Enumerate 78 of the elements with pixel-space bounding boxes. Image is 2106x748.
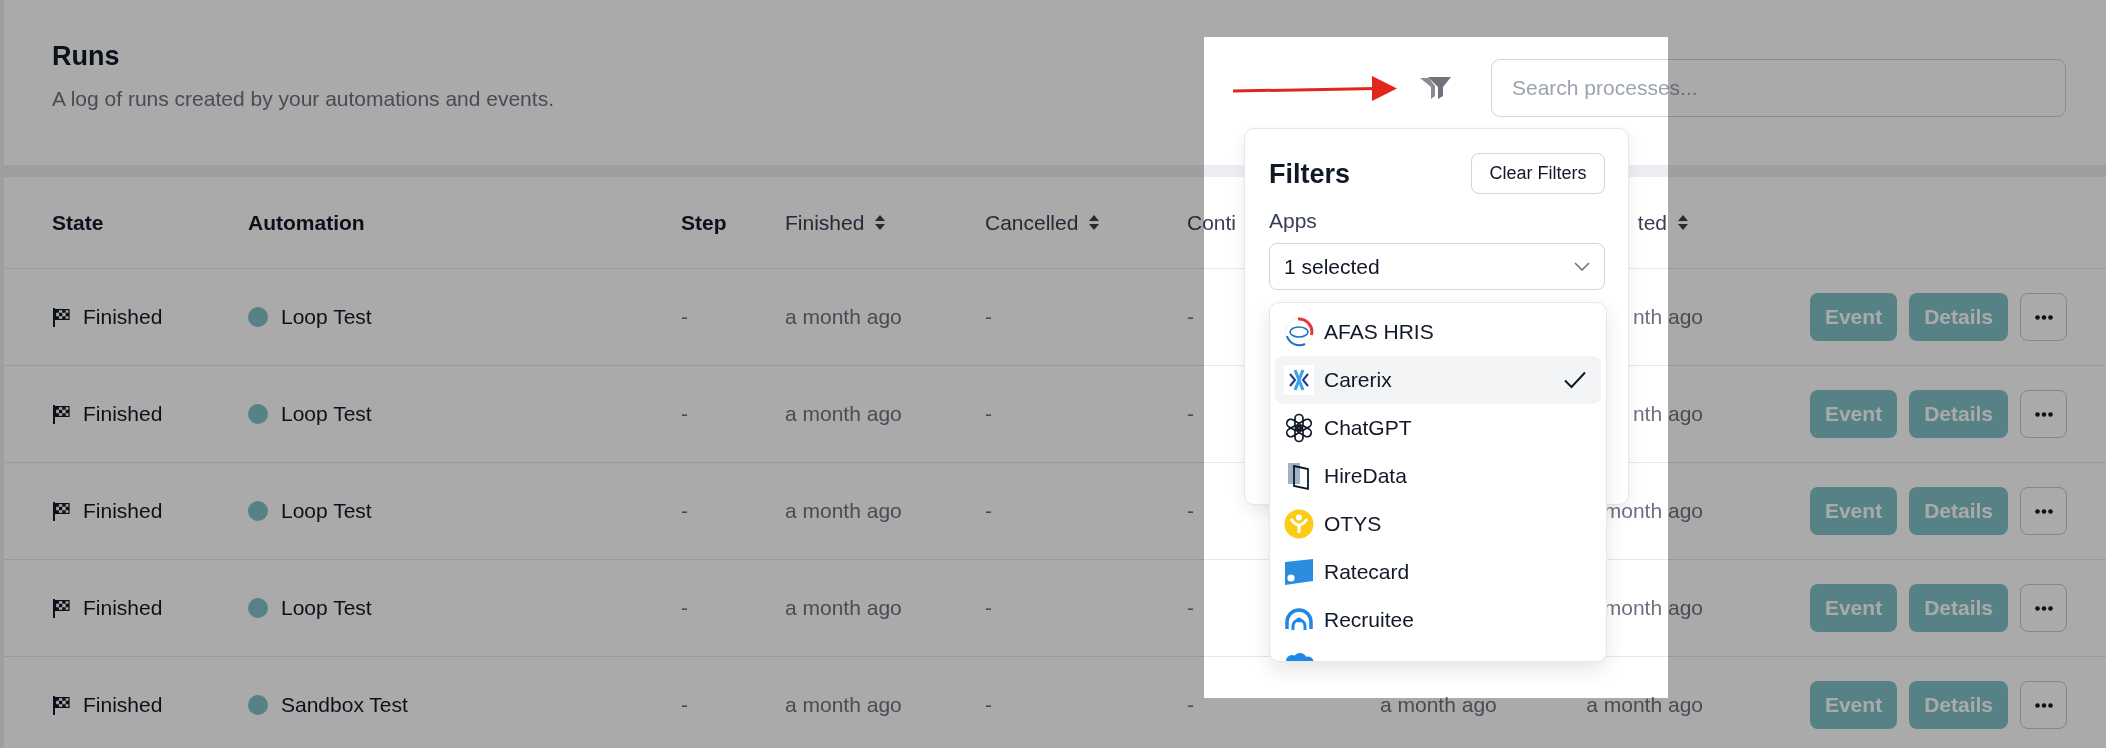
sort-icon <box>1088 213 1101 232</box>
step-value: - <box>681 596 688 620</box>
column-value: - <box>1187 402 1194 426</box>
person-circle-icon <box>1284 509 1314 539</box>
cancelled-value: - <box>985 499 992 523</box>
sort-icon <box>874 213 887 232</box>
finished-time: a month ago <box>785 402 902 426</box>
clear-filters-button[interactable]: Clear Filters <box>1471 153 1605 194</box>
automation-name: Loop Test <box>281 402 372 426</box>
step-value: - <box>681 499 688 523</box>
finished-time: a month ago <box>785 305 902 329</box>
state-label: Finished <box>83 596 163 620</box>
ellipsis-icon <box>2034 702 2053 708</box>
cancelled-value: - <box>985 596 992 620</box>
time-value: nth ago <box>1632 402 1703 426</box>
finished-time: a month ago <box>785 499 902 523</box>
knot-icon <box>1284 413 1314 443</box>
step-value: - <box>681 305 688 329</box>
app-option[interactable]: AFAS HRIS <box>1275 308 1601 356</box>
app-option[interactable]: ChatGPT <box>1275 404 1601 452</box>
step-value: - <box>681 402 688 426</box>
finished-time: a month ago <box>785 596 902 620</box>
app-option[interactable]: HireData <box>1275 452 1601 500</box>
cancelled-value: - <box>985 305 992 329</box>
column-value: - <box>1187 596 1194 620</box>
column-header: State <box>52 210 104 235</box>
automation-name: Loop Test <box>281 305 372 329</box>
time-value: a month ago <box>1586 693 1703 717</box>
column-value: - <box>1187 305 1194 329</box>
page-title: Runs <box>52 40 120 73</box>
card-icon <box>1284 557 1314 587</box>
column-header: Automation <box>248 210 365 235</box>
column-value: - <box>1187 499 1194 523</box>
time-value: nth ago <box>1632 305 1703 329</box>
more-button[interactable] <box>2020 390 2067 438</box>
cancelled-value: - <box>985 402 992 426</box>
step-value: - <box>681 693 688 717</box>
checkered-flag-icon <box>52 695 70 715</box>
app-option[interactable]: Ratecard <box>1275 548 1601 596</box>
state-label: Finished <box>83 402 163 426</box>
check-icon <box>1564 371 1586 389</box>
ellipsis-icon <box>2034 605 2053 611</box>
time-value: a month ago <box>1380 693 1497 717</box>
automation-name: Loop Test <box>281 596 372 620</box>
checkered-flag-icon <box>52 501 70 521</box>
state-label: Finished <box>83 693 163 717</box>
more-button[interactable] <box>2020 584 2067 632</box>
app-option[interactable]: OTYS <box>1275 500 1601 548</box>
column-value: - <box>1187 693 1194 717</box>
sort-icon <box>1677 213 1689 232</box>
finished-time: a month ago <box>785 693 902 717</box>
automation-name: Sandbox Test <box>281 693 408 717</box>
checkered-flag-icon <box>52 598 70 618</box>
page-subtitle: A log of runs created by your automations and events. <box>52 86 554 112</box>
ellipsis-icon <box>2034 314 2053 320</box>
cross-chevrons-icon <box>1284 365 1314 395</box>
apps-label: Apps <box>1269 208 1317 234</box>
filter-icon[interactable] <box>1419 76 1452 100</box>
column-header: Conti <box>1187 210 1237 235</box>
ellipsis-icon <box>2034 411 2053 417</box>
more-button[interactable] <box>2020 487 2067 535</box>
more-button[interactable] <box>2020 293 2067 341</box>
popover-title: Filters <box>1269 157 1351 191</box>
app-option[interactable]: Recruitee <box>1275 596 1601 644</box>
cloud-icon <box>1284 651 1314 661</box>
apps-select[interactable]: 1 selected <box>1269 243 1605 290</box>
state-label: Finished <box>83 499 163 523</box>
app-option[interactable]: Carerix <box>1275 356 1601 404</box>
more-button[interactable] <box>2020 681 2067 729</box>
automation-name: Loop Test <box>281 499 372 523</box>
swoosh-circle-icon <box>1284 317 1314 347</box>
column-header: Step <box>681 210 727 235</box>
chevron-down-icon <box>1574 262 1590 271</box>
checkered-flag-icon <box>52 307 70 327</box>
state-label: Finished <box>83 305 163 329</box>
ellipsis-icon <box>2034 508 2053 514</box>
checkered-flag-icon <box>52 404 70 424</box>
cancelled-value: - <box>985 693 992 717</box>
